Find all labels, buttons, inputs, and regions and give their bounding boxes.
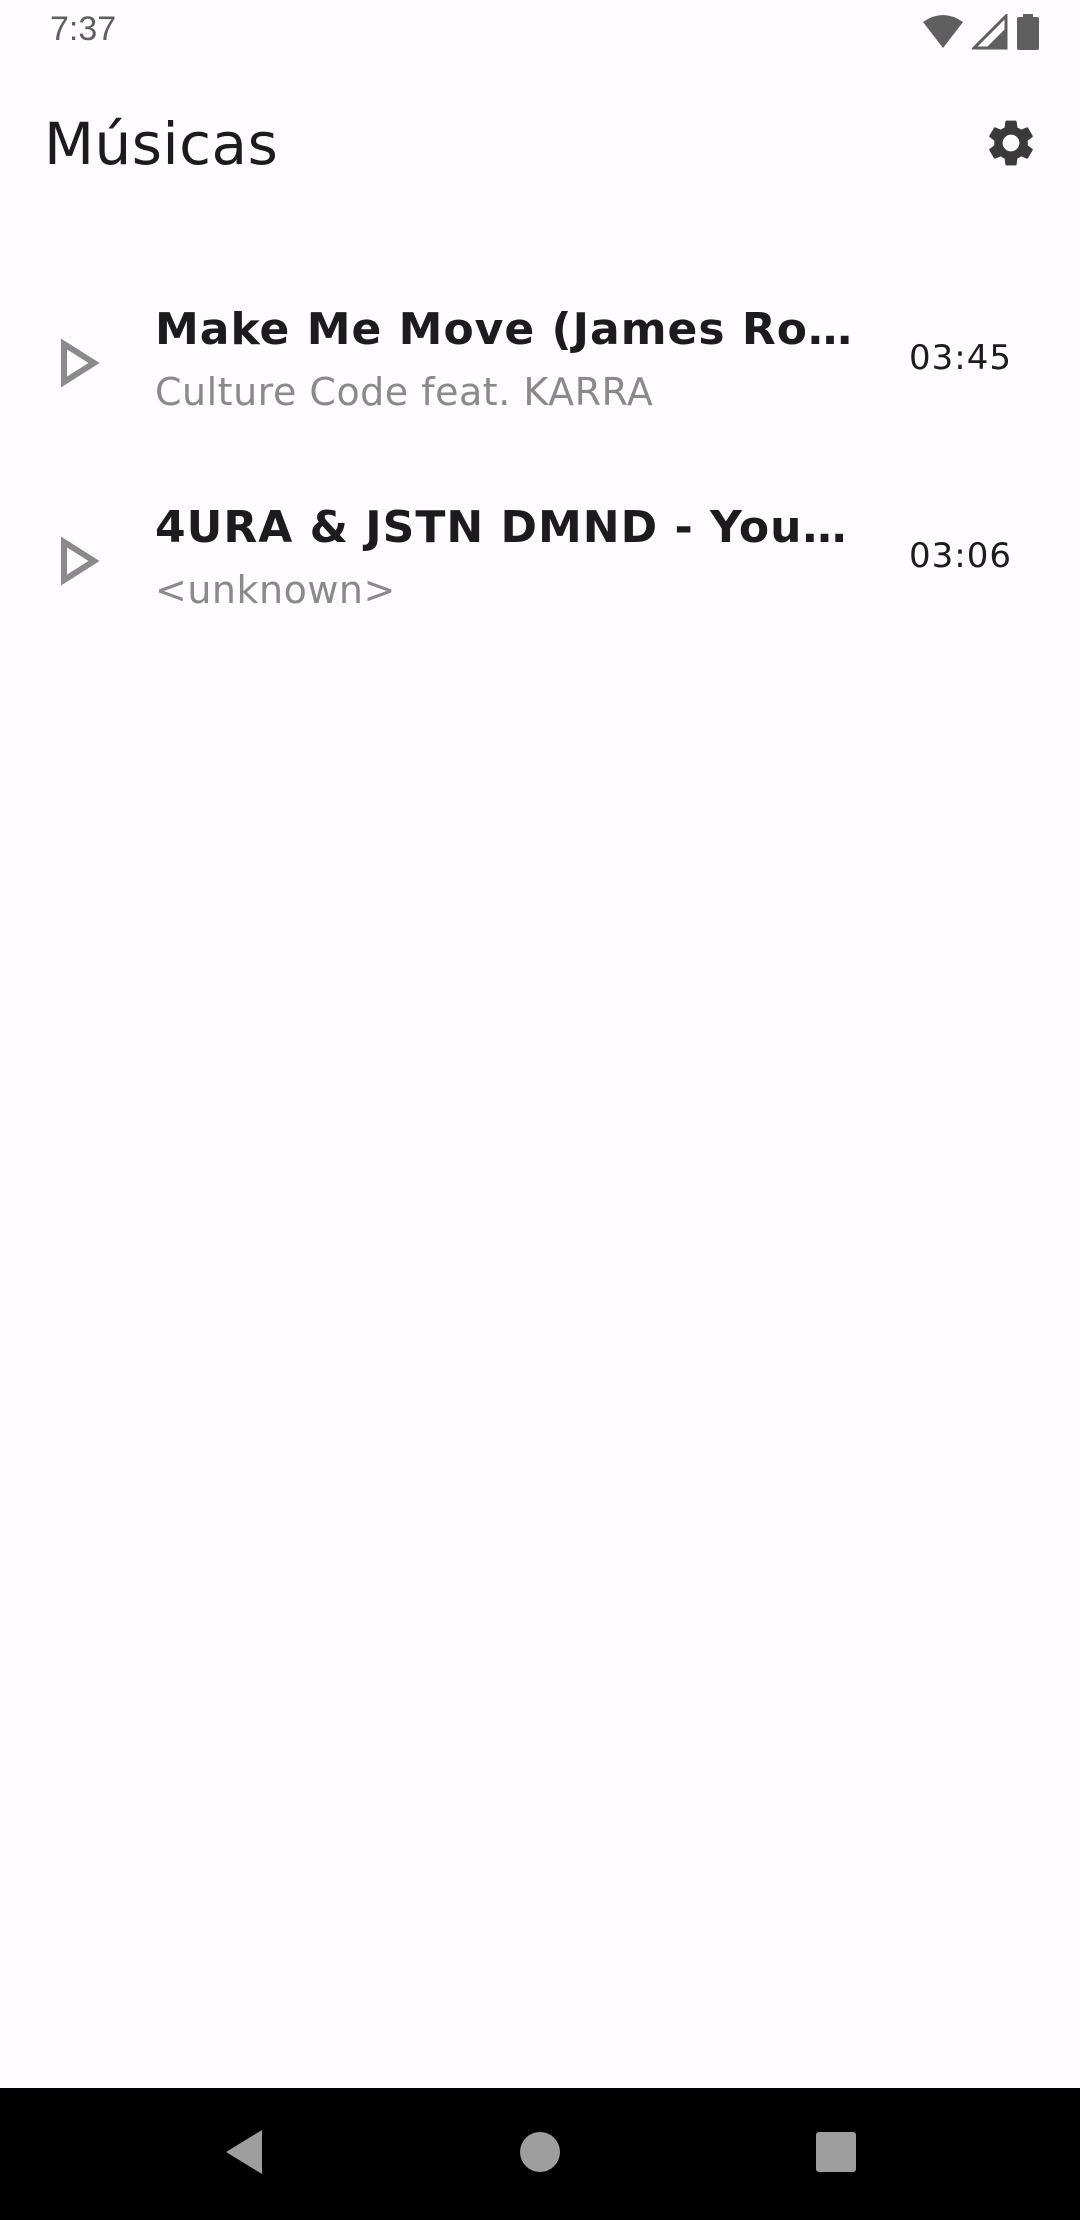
status-icons <box>922 12 1040 54</box>
song-row[interactable]: 4URA & JSTN DMND - Your Hi… <unknown> 03… <box>0 462 1080 660</box>
page-title: Músicas <box>44 110 279 178</box>
song-title: Make Me Move (James Roch… <box>155 304 855 355</box>
recents-button[interactable] <box>812 2130 860 2178</box>
battery-icon <box>1016 14 1040 54</box>
back-button[interactable] <box>220 2130 268 2178</box>
recents-icon <box>814 2130 858 2178</box>
song-duration: 03:45 <box>909 338 1012 378</box>
play-icon[interactable] <box>56 336 104 390</box>
play-icon[interactable] <box>56 534 104 588</box>
song-artist: Culture Code feat. KARRA <box>155 370 654 414</box>
status-bar: 7:37 <box>0 0 1080 66</box>
status-time: 7:37 <box>50 10 117 48</box>
song-list: Make Me Move (James Roch… Culture Code f… <box>0 264 1080 660</box>
home-icon <box>518 2130 562 2178</box>
song-row[interactable]: Make Me Move (James Roch… Culture Code f… <box>0 264 1080 462</box>
wifi-icon <box>922 14 964 54</box>
back-icon <box>222 2128 266 2180</box>
signal-icon <box>970 12 1008 54</box>
gear-icon <box>983 115 1039 175</box>
system-nav-bar <box>0 2088 1080 2220</box>
song-title: 4URA & JSTN DMND - Your Hi… <box>155 502 855 553</box>
song-artist: <unknown> <box>155 568 396 612</box>
home-button[interactable] <box>516 2130 564 2178</box>
settings-button[interactable] <box>976 110 1046 180</box>
app-bar: Músicas <box>0 90 1080 200</box>
song-duration: 03:06 <box>909 536 1012 576</box>
